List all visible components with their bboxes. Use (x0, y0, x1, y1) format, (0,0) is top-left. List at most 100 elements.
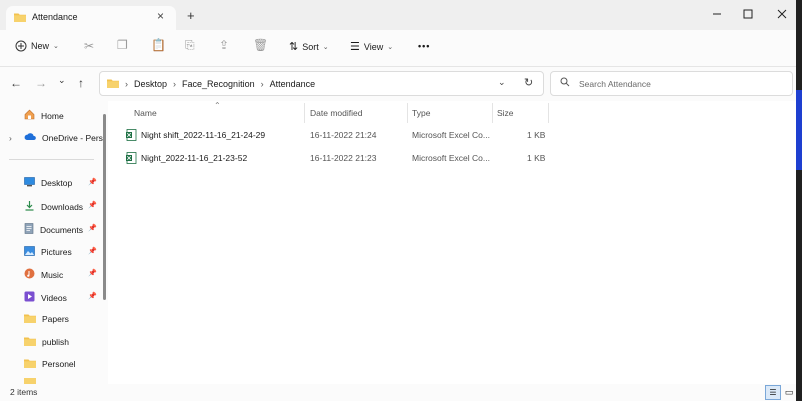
sidebar-item-papers[interactable]: Papers (24, 313, 69, 325)
folder-icon (107, 78, 119, 90)
maximize-button[interactable] (731, 3, 765, 25)
forward-icon[interactable]: → (35, 76, 47, 90)
folder-icon (24, 313, 36, 325)
navigation-bar: ← → ⌄ ↑ › Desktop › Face_Recognition › A… (0, 67, 796, 101)
file-type: Microsoft Excel Co... (412, 153, 490, 163)
sidebar-label: Documents (40, 224, 83, 235)
sidebar-item-downloads[interactable]: Downloads (24, 200, 83, 213)
sidebar-scrollbar[interactable] (103, 114, 106, 300)
sidebar-item-desktop[interactable]: Desktop (24, 177, 72, 189)
navigation-pane: Home › OneDrive - Perso Desktop 📌 Downlo… (0, 101, 108, 384)
breadcrumb-desktop[interactable]: Desktop (134, 79, 167, 89)
sidebar-label-home: Home (41, 110, 64, 121)
sort-icon: ⇅ (289, 41, 299, 53)
tab-title: Attendance (32, 12, 78, 22)
document-icon (24, 223, 34, 236)
sidebar-item-videos[interactable]: Videos (24, 291, 67, 304)
file-list: ⌃ Name Date modified Type Size Night shi… (110, 101, 796, 384)
refresh-icon[interactable]: ↻ (524, 76, 533, 89)
search-icon (560, 77, 570, 89)
sidebar-item-pictures[interactable]: Pictures (24, 246, 72, 258)
tiles-view-icon: ▭ (784, 386, 794, 397)
file-date: 16-11-2022 21:23 (310, 153, 377, 163)
file-size: 1 KB (527, 130, 546, 140)
new-button[interactable]: New ⌄ (15, 40, 59, 52)
sidebar-item-onedrive[interactable]: › OneDrive - Perso (9, 132, 104, 143)
sidebar-item-music[interactable]: Music (24, 268, 63, 281)
paste-icon[interactable]: 📋 (151, 38, 166, 52)
copy-icon[interactable]: ❐ (117, 38, 128, 52)
recent-locations-icon[interactable]: ⌄ (58, 75, 66, 86)
address-dropdown-icon[interactable]: ⌄ (498, 77, 506, 88)
chevron-right-icon: › (125, 79, 128, 89)
chevron-down-icon: ⌄ (387, 43, 394, 51)
music-icon (24, 268, 35, 281)
sidebar-label: Downloads (41, 201, 84, 212)
cut-icon[interactable]: ✂ (84, 39, 94, 53)
chevron-right-icon: › (260, 79, 264, 89)
excel-file-icon (126, 129, 137, 143)
breadcrumb-attendance[interactable]: Attendance (270, 79, 316, 89)
search-placeholder: Search Attendance (579, 79, 651, 89)
chevron-down-icon: ⌄ (322, 43, 329, 51)
column-divider[interactable] (492, 103, 493, 123)
address-bar[interactable]: › Desktop › Face_Recognition › Attendanc… (99, 71, 544, 96)
title-bar: Attendance × + (0, 0, 802, 30)
close-tab-icon[interactable]: × (157, 9, 164, 23)
up-icon[interactable]: ↑ (78, 76, 84, 90)
sort-button[interactable]: ⇅ Sort ⌄ (289, 40, 329, 53)
column-header-size[interactable]: Size (497, 108, 514, 118)
chevron-right-icon: › (173, 79, 177, 89)
column-header-date[interactable]: Date modified (310, 108, 362, 118)
sidebar-item-personel[interactable]: Personel (24, 358, 76, 370)
command-bar: New ⌄ ✂ ❐ 📋 ⎘ ⇪ 🗑 ⇅ Sort ⌄ ☰ View ⌄ ••• (0, 30, 796, 67)
file-date: 16-11-2022 21:24 (310, 130, 377, 140)
tiles-view-button[interactable]: ▭ (783, 386, 795, 398)
table-row[interactable]: Night_2022-11-16_21-23-52 16-11-2022 21:… (124, 149, 554, 169)
tab-attendance[interactable]: Attendance × (6, 6, 176, 30)
excel-file-icon (126, 152, 137, 166)
close-icon (777, 9, 787, 19)
view-button[interactable]: ☰ View ⌄ (350, 40, 393, 53)
column-header-type[interactable]: Type (412, 108, 430, 118)
delete-icon[interactable]: 🗑 (253, 38, 268, 52)
desktop-icon (24, 177, 35, 189)
maximize-icon (743, 9, 753, 19)
sidebar-item-documents[interactable]: Documents (24, 223, 83, 236)
details-view-button[interactable]: ☰ (765, 385, 781, 400)
item-count: 2 items (10, 387, 38, 397)
sidebar-label: Music (41, 269, 64, 280)
divider (9, 159, 94, 160)
sidebar-item-home[interactable]: Home (24, 109, 64, 122)
videos-icon (24, 291, 35, 304)
file-size: 1 KB (527, 153, 546, 163)
view-label: View (363, 41, 384, 52)
column-divider[interactable] (407, 103, 408, 123)
pin-icon: 📌 (88, 248, 97, 255)
close-window-button[interactable] (765, 3, 799, 25)
share-icon[interactable]: ⇪ (219, 38, 229, 52)
table-row[interactable]: Night shift_2022-11-16_21-24-29 16-11-20… (124, 126, 554, 146)
folder-icon (14, 12, 26, 24)
pin-icon: 📌 (88, 270, 97, 277)
minimize-button[interactable] (700, 3, 734, 25)
pictures-icon (24, 246, 35, 258)
pin-icon: 📌 (88, 202, 97, 209)
column-header-name[interactable]: Name (134, 108, 157, 118)
search-box[interactable]: Search Attendance (550, 71, 793, 96)
column-divider[interactable] (548, 103, 549, 123)
chevron-down-icon: ⌄ (53, 43, 59, 50)
rename-icon[interactable]: ⎘ (185, 38, 195, 53)
view-icon: ☰ (350, 41, 360, 53)
sidebar-item-publish[interactable]: publish (24, 336, 69, 348)
download-icon (24, 200, 35, 213)
breadcrumb-face-recognition[interactable]: Face_Recognition (182, 79, 255, 89)
status-bar: 2 items ☰ ▭ (0, 384, 796, 401)
back-icon[interactable]: ← (10, 76, 22, 90)
column-divider[interactable] (304, 103, 305, 123)
file-name: Night_2022-11-16_21-23-52 (141, 153, 248, 163)
more-options-button[interactable]: ••• (418, 41, 430, 51)
folder-icon (24, 358, 36, 370)
pin-icon: 📌 (88, 293, 97, 300)
new-tab-button[interactable]: + (187, 8, 195, 23)
